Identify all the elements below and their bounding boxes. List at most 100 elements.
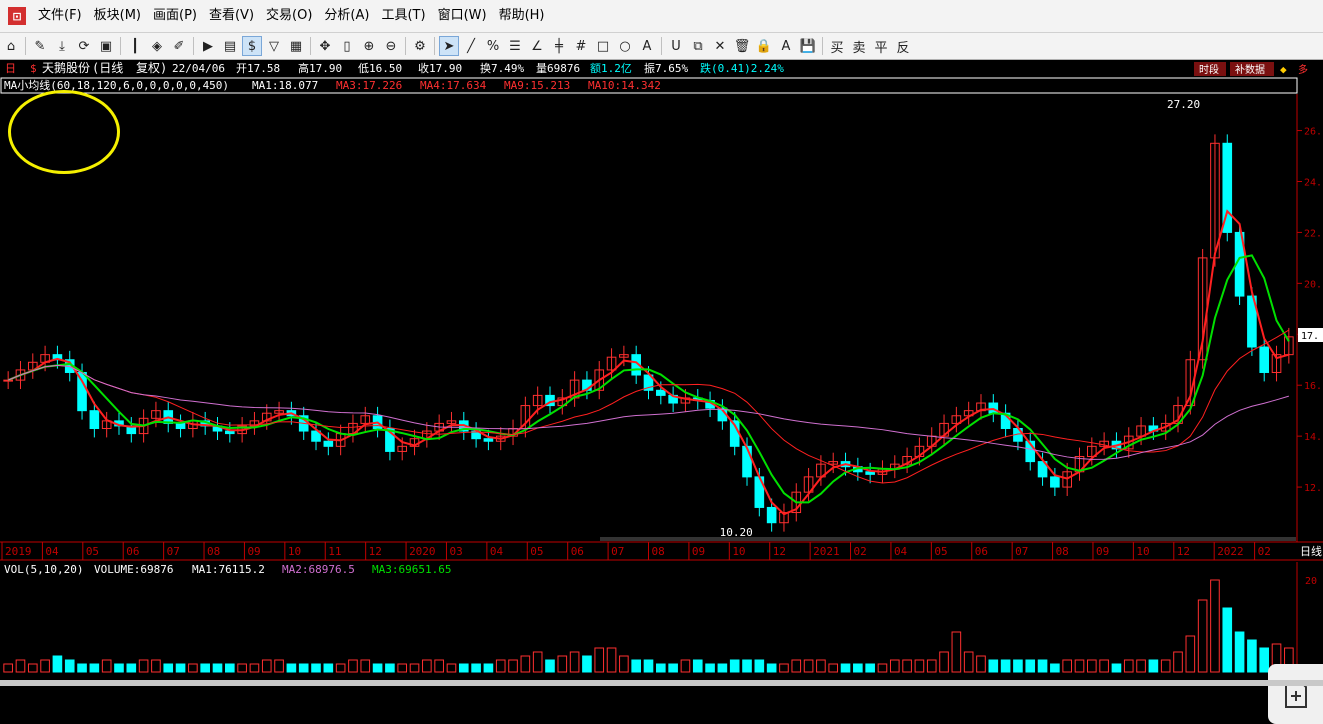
channel-icon[interactable]: ╪ <box>549 36 569 56</box>
menu-trade[interactable]: 交易(O) <box>260 4 318 28</box>
ma3-value: MA3:17.226 <box>336 79 402 92</box>
edit-icon[interactable]: ✐ <box>169 36 189 56</box>
price-tick-label: 22. <box>1304 228 1322 239</box>
zoom-in-icon[interactable]: ⊕ <box>359 36 379 56</box>
doc-icon[interactable]: ▤ <box>220 36 240 56</box>
date-tick-label: 05 <box>530 545 543 558</box>
more-indicator[interactable]: 多 <box>1298 63 1308 76</box>
vertical-bar-icon[interactable]: ▯ <box>337 36 357 56</box>
fibonacci-icon[interactable]: ☰ <box>505 36 525 56</box>
grid-icon[interactable]: # <box>571 36 591 56</box>
menu-view-screen[interactable]: 画面(P) <box>147 4 203 28</box>
toolbar: ⌂ ✎ ⤓ ⟳ ▣ ┃ ◈ ✐ ▶ ▤ $ ▽ ▦ ✥ ▯ ⊕ ⊖ ⚙ ➤ ╱ … <box>0 33 1323 60</box>
copy-icon[interactable]: ▣ <box>96 36 116 56</box>
download-icon[interactable]: ⤓ <box>52 36 72 56</box>
date-tick-label: 04 <box>45 545 59 558</box>
vol-ma1: MA1:76115.2 <box>192 563 265 576</box>
table-icon[interactable]: ▦ <box>286 36 306 56</box>
date-tick-label: 06 <box>975 545 988 558</box>
candle-body <box>89 410 100 429</box>
move-icon[interactable]: ✥ <box>315 36 335 56</box>
chart-area[interactable]: 日 $ 天鹅股份 (日线 复权) 22/04/06 开17.58 高17.90 … <box>0 60 1323 724</box>
toolbar-separator <box>405 37 406 55</box>
open-label: 开17.58 <box>236 62 280 75</box>
home-icon[interactable]: ⌂ <box>1 36 21 56</box>
volume-bar <box>545 659 555 673</box>
angle-icon[interactable]: ∠ <box>527 36 547 56</box>
cursor-icon[interactable]: ➤ <box>439 36 459 56</box>
volume-bar <box>114 663 124 673</box>
line-tool-icon[interactable]: ╱ <box>461 36 481 56</box>
max-price-label: 27.20 <box>1167 98 1200 111</box>
volume-label: 量69876 <box>536 62 580 75</box>
date-tick-label: 04 <box>490 545 504 558</box>
menu-help[interactable]: 帮助(H) <box>493 4 551 28</box>
candle-icon[interactable]: ┃ <box>125 36 145 56</box>
percent-icon[interactable]: % <box>483 36 503 56</box>
candle-body <box>175 422 186 430</box>
period-badge: 日 <box>5 62 16 75</box>
volume-bar <box>323 663 334 673</box>
date-tick-label: 07 <box>1015 545 1028 558</box>
menu-analysis[interactable]: 分析(A) <box>318 4 375 28</box>
volume-bar <box>729 659 740 673</box>
volume-bar <box>77 663 87 673</box>
sync-icon[interactable]: ⟳ <box>74 36 94 56</box>
date-tick-label: 06 <box>571 545 584 558</box>
date-tick-label: 09 <box>692 545 705 558</box>
menu-tools[interactable]: 工具(T) <box>375 4 431 28</box>
volume-bar <box>631 659 641 673</box>
play-icon[interactable]: ▶ <box>198 36 218 56</box>
lock-icon[interactable]: 🔒 <box>754 36 774 56</box>
date-tick-label: 07 <box>167 545 180 558</box>
menu-view[interactable]: 查看(V) <box>203 4 260 28</box>
vol-ma2: MA2:68976.5 <box>282 563 355 576</box>
current-price-label: 17. <box>1301 331 1319 342</box>
close-position-button[interactable]: 平 <box>871 36 891 56</box>
volume-bar <box>692 659 703 673</box>
copy-drawing-icon[interactable]: ⧉ <box>688 36 708 56</box>
new-window-button[interactable] <box>1268 664 1323 724</box>
reverse-button[interactable]: 反 <box>893 36 913 56</box>
magnet-icon[interactable]: U <box>666 36 686 56</box>
volume-bar <box>1037 659 1048 673</box>
sell-button[interactable]: 卖 <box>849 36 869 56</box>
kline-chart[interactable]: 日 $ 天鹅股份 (日线 复权) 22/04/06 开17.58 高17.90 … <box>0 60 1323 686</box>
horizontal-scrollbar[interactable] <box>600 537 1296 541</box>
color-icon[interactable]: A <box>776 36 796 56</box>
low-label: 低16.50 <box>358 62 402 75</box>
zoom-out-icon[interactable]: ⊖ <box>381 36 401 56</box>
trash-icon[interactable]: 🗑 <box>732 36 752 56</box>
app-logo-icon: ⊡ <box>8 7 26 25</box>
period-selector-label[interactable]: 日线 <box>1300 544 1322 558</box>
volume-bar <box>668 663 678 673</box>
settings-icon[interactable]: ⚙ <box>410 36 430 56</box>
toolbar-separator <box>434 37 435 55</box>
volume-bar <box>1234 631 1245 673</box>
currency-button[interactable]: $ <box>242 36 262 56</box>
candle-body <box>656 389 666 396</box>
date-tick-label: 12 <box>369 545 382 558</box>
draw-tool-icon[interactable]: ✎ <box>30 36 50 56</box>
date-tick-label: 02 <box>854 545 867 558</box>
menu-window[interactable]: 窗口(W) <box>432 4 493 28</box>
volume-bar <box>64 659 75 673</box>
text-tool-icon[interactable]: A <box>637 36 657 56</box>
rectangle-icon[interactable]: □ <box>593 36 613 56</box>
buy-button[interactable]: 买 <box>827 36 847 56</box>
filter-icon[interactable]: ▽ <box>264 36 284 56</box>
candle-body <box>323 440 334 447</box>
candle-body <box>865 471 875 475</box>
delete-icon[interactable]: ✕ <box>710 36 730 56</box>
stock-name: 天鹅股份 <box>42 61 90 75</box>
date-tick-label: 03 <box>449 545 462 558</box>
menu-sector[interactable]: 板块(M) <box>88 4 147 28</box>
diamond-icon[interactable]: ◈ <box>147 36 167 56</box>
volume-bar <box>705 663 715 673</box>
status-bar <box>0 680 1323 686</box>
ellipse-icon[interactable]: ○ <box>615 36 635 56</box>
vol-value: VOLUME:69876 <box>94 563 173 576</box>
save-icon[interactable]: 💾 <box>798 36 818 56</box>
menu-file[interactable]: 文件(F) <box>32 4 88 28</box>
close-label: 收17.90 <box>418 61 462 75</box>
